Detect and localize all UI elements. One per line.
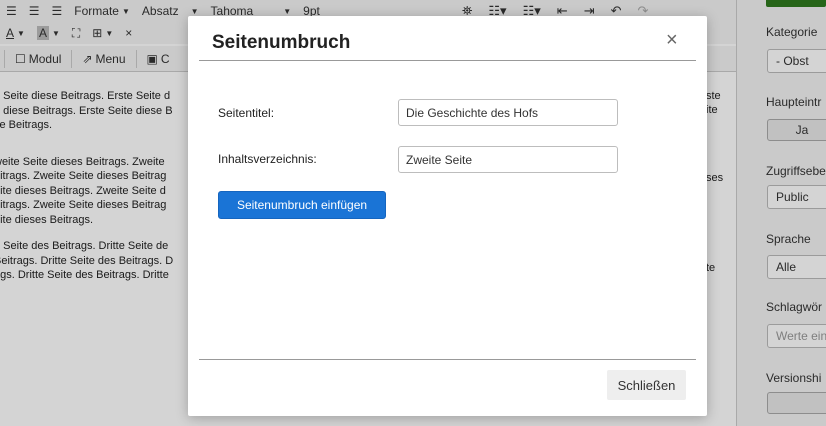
dialog-divider [199,359,696,360]
page-break-dialog: Seitenumbruch × Seitentitel: Inhaltsverz… [188,16,707,416]
insert-page-break-button[interactable]: Seitenumbruch einfügen [218,191,386,219]
toc-label: Inhaltsverzeichnis: [218,152,317,166]
toc-input[interactable] [398,146,618,173]
close-button[interactable]: Schließen [607,370,686,400]
page-title-label: Seitentitel: [218,106,275,120]
close-icon[interactable]: × [666,29,678,52]
dialog-title: Seitenumbruch [212,32,351,53]
page-title-input[interactable] [398,99,618,126]
dialog-divider [199,60,696,61]
